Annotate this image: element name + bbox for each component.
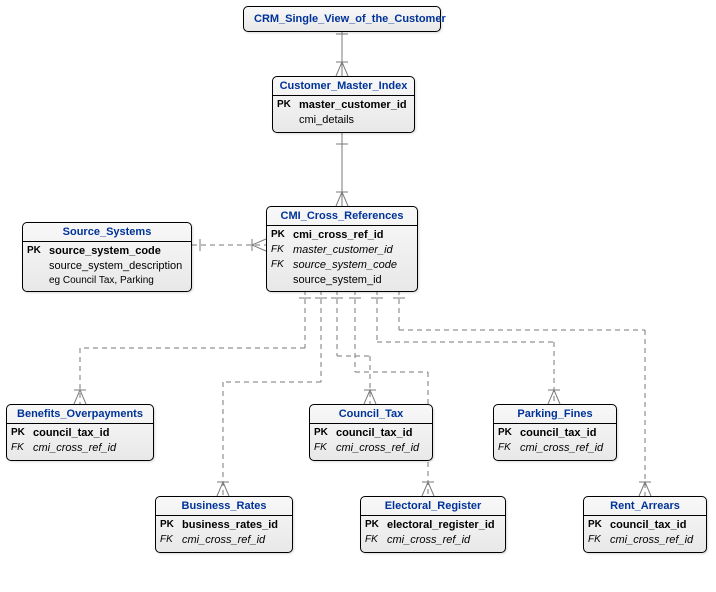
entity-title: Council_Tax	[310, 405, 432, 424]
entity-attrs: PKcouncil_tax_id FKcmi_cross_ref_id	[7, 424, 153, 460]
entity-attrs: PKsource_system_code source_system_descr…	[23, 242, 191, 291]
entity-title: Source_Systems	[23, 223, 191, 242]
entity-title: Parking_Fines	[494, 405, 616, 424]
entity-title: CMI_Cross_References	[267, 207, 417, 226]
entity-rent-arrears: Rent_Arrears PKcouncil_tax_id FKcmi_cros…	[583, 496, 707, 553]
entity-title: Customer_Master_Index	[273, 77, 414, 96]
entity-parking-fines: Parking_Fines PKcouncil_tax_id FKcmi_cro…	[493, 404, 617, 461]
entity-crm-single-view: CRM_Single_View_of_the_Customer	[243, 6, 441, 32]
entity-title: Rent_Arrears	[584, 497, 706, 516]
entity-council-tax: Council_Tax PKcouncil_tax_id FKcmi_cross…	[309, 404, 433, 461]
entity-customer-master-index: Customer_Master_Index PKmaster_customer_…	[272, 76, 415, 133]
entity-title: Business_Rates	[156, 497, 292, 516]
entity-attrs: PKcouncil_tax_id FKcmi_cross_ref_id	[310, 424, 432, 460]
entity-attrs: PKcouncil_tax_id FKcmi_cross_ref_id	[494, 424, 616, 460]
entity-electoral-register: Electoral_Register PKelectoral_register_…	[360, 496, 506, 553]
entity-source-systems: Source_Systems PKsource_system_code sour…	[22, 222, 192, 292]
entity-benefits-overpayments: Benefits_Overpayments PKcouncil_tax_id F…	[6, 404, 154, 461]
entity-business-rates: Business_Rates PKbusiness_rates_id FKcmi…	[155, 496, 293, 553]
entity-attrs: PKbusiness_rates_id FKcmi_cross_ref_id	[156, 516, 292, 552]
entity-title: CRM_Single_View_of_the_Customer	[250, 10, 434, 28]
entity-attrs: PKelectoral_register_id FKcmi_cross_ref_…	[361, 516, 505, 552]
entity-attrs: PKcouncil_tax_id FKcmi_cross_ref_id	[584, 516, 706, 552]
entity-cmi-cross-references: CMI_Cross_References PKcmi_cross_ref_id …	[266, 206, 418, 292]
entity-title: Electoral_Register	[361, 497, 505, 516]
entity-attrs: PKcmi_cross_ref_id FKmaster_customer_id …	[267, 226, 417, 291]
entity-title: Benefits_Overpayments	[7, 405, 153, 424]
entity-attrs: PKmaster_customer_id cmi_details	[273, 96, 414, 132]
